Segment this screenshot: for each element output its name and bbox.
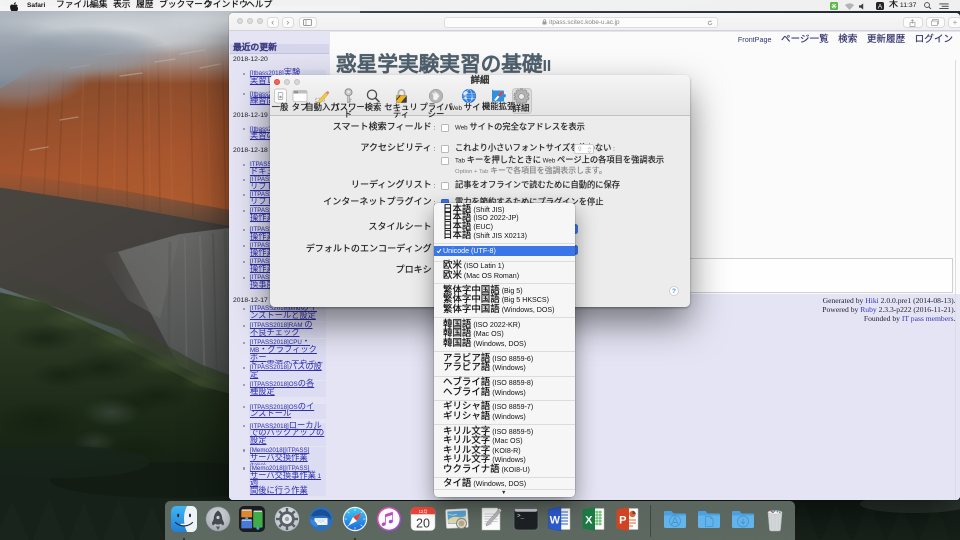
svg-text:>_: >_ xyxy=(517,513,525,520)
svg-text:W: W xyxy=(549,515,560,527)
svg-text:A: A xyxy=(877,3,882,10)
svg-text:20: 20 xyxy=(416,517,430,531)
svg-text:P: P xyxy=(619,515,626,527)
svg-text:X: X xyxy=(585,515,593,527)
